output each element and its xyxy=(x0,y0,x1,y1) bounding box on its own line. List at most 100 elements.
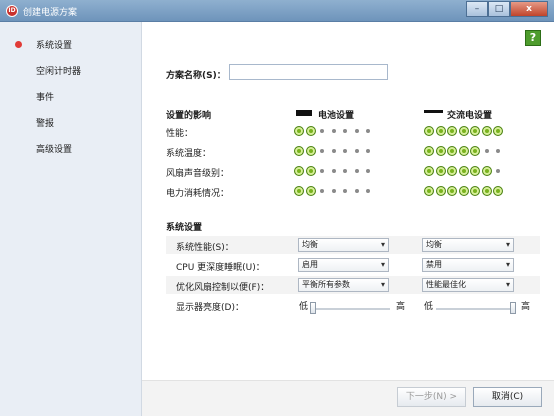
cancel-button[interactable]: 取消(C) xyxy=(473,387,542,407)
active-level-dot xyxy=(447,186,457,196)
title-bar: ID 创建电源方案 – □ x xyxy=(0,0,554,22)
sidebar-item-alarms[interactable]: 警报 xyxy=(36,116,54,130)
impact-label-performance: 性能： xyxy=(166,129,194,139)
inactive-level-dot xyxy=(320,149,324,153)
chevron-down-icon: ▾ xyxy=(505,280,510,289)
select-value: 平衡所有参数 xyxy=(302,280,350,289)
inactive-level-dot xyxy=(484,149,489,153)
chevron-down-icon: ▾ xyxy=(380,280,385,289)
inactive-level-dot xyxy=(331,129,336,133)
battery-settings-label: 电池设置 xyxy=(318,111,355,121)
battery-icon xyxy=(296,110,312,116)
battery-brightness-slider[interactable] xyxy=(310,302,392,314)
ac-cpu-sleep-select[interactable]: 禁用 ▾ xyxy=(422,258,514,272)
setting-label: 优化风扇控制以便(F)： xyxy=(176,283,270,293)
ac-impact-row xyxy=(424,146,506,156)
close-button[interactable]: x xyxy=(510,1,548,17)
impact-label-temperature: 系统温度： xyxy=(166,149,212,159)
setting-label: 系统性能(S)： xyxy=(176,243,234,253)
battery-cpu-sleep-select[interactable]: 启用 ▾ xyxy=(298,258,389,272)
maximize-button[interactable]: □ xyxy=(488,1,510,17)
battery-performance-select[interactable]: 均衡 ▾ xyxy=(298,238,389,252)
active-level-dot xyxy=(424,146,434,156)
help-icon[interactable]: ? xyxy=(525,30,541,46)
inactive-level-dot xyxy=(320,189,324,193)
active-level-dot xyxy=(493,126,503,136)
inactive-level-dot xyxy=(366,149,370,153)
next-button[interactable]: 下一步(N) > xyxy=(397,387,466,407)
active-level-dot xyxy=(305,126,316,136)
sidebar-item-idle-timer[interactable]: 空闲计时器 xyxy=(36,64,81,78)
inactive-level-dot xyxy=(331,189,336,193)
active-level-dot xyxy=(447,166,457,176)
sidebar-item-label: 空闲计时器 xyxy=(36,67,82,77)
main-panel xyxy=(142,22,554,416)
sidebar-item-label: 警报 xyxy=(36,119,55,129)
active-level-dot xyxy=(470,146,480,156)
ac-brightness-low: 低 xyxy=(424,302,434,312)
selected-indicator xyxy=(15,41,22,48)
brightness-label: 显示器亮度(D)： xyxy=(176,303,244,313)
active-level-dot xyxy=(470,126,480,136)
active-level-dot xyxy=(481,186,492,196)
active-level-dot xyxy=(294,166,304,176)
select-value: 性能最佳化 xyxy=(426,280,466,289)
inactive-level-dot xyxy=(331,149,336,153)
ac-impact-row xyxy=(424,166,506,176)
select-value: 启用 xyxy=(302,260,318,269)
active-level-dot xyxy=(458,186,469,196)
sidebar-item-system-settings[interactable]: 系统设置 xyxy=(15,38,72,52)
select-value: 禁用 xyxy=(426,260,442,269)
setting-row-cpu-sleep: CPU 更深度睡眠(U)： 启用 ▾ 禁用 ▾ xyxy=(166,256,540,274)
setting-row-fan-control: 优化风扇控制以便(F)： 平衡所有参数 ▾ 性能最佳化 ▾ xyxy=(166,276,540,294)
active-level-dot xyxy=(458,126,469,136)
plan-name-input[interactable] xyxy=(229,64,388,80)
active-level-dot xyxy=(305,146,316,156)
minimize-button[interactable]: – xyxy=(466,1,488,17)
select-value: 均衡 xyxy=(426,240,442,249)
app-icon: ID xyxy=(6,5,18,17)
sidebar-item-advanced[interactable]: 高级设置 xyxy=(36,142,72,156)
inactive-level-dot xyxy=(366,129,370,133)
inactive-level-dot xyxy=(366,169,370,173)
active-level-dot xyxy=(458,146,469,156)
sidebar: 系统设置 空闲计时器 事件 警报 高级设置 xyxy=(0,22,142,416)
active-level-dot xyxy=(481,166,492,176)
inactive-level-dot xyxy=(354,189,359,193)
inactive-level-dot xyxy=(354,129,359,133)
sidebar-item-events[interactable]: 事件 xyxy=(36,90,54,104)
plan-name-label: 方案名称(S)： xyxy=(166,71,226,81)
battery-fan-control-select[interactable]: 平衡所有参数 ▾ xyxy=(298,278,389,292)
inactive-level-dot xyxy=(496,169,500,173)
inactive-level-dot xyxy=(354,149,359,153)
inactive-level-dot xyxy=(320,169,324,173)
ac-fan-control-select[interactable]: 性能最佳化 ▾ xyxy=(422,278,514,292)
battery-impact-row xyxy=(294,166,376,176)
sidebar-item-label: 高级设置 xyxy=(36,145,73,155)
impact-heading: 设置的影响 xyxy=(166,111,212,121)
active-level-dot xyxy=(305,166,316,176)
active-level-dot xyxy=(424,166,434,176)
inactive-level-dot xyxy=(343,169,347,173)
chevron-down-icon: ▾ xyxy=(380,260,385,269)
ac-brightness-high: 高 xyxy=(521,302,531,312)
window-title: 创建电源方案 xyxy=(23,8,78,18)
active-level-dot xyxy=(435,166,446,176)
active-level-dot xyxy=(470,186,480,196)
chevron-down-icon: ▾ xyxy=(380,240,385,249)
system-settings-heading: 系统设置 xyxy=(166,223,203,233)
active-level-dot xyxy=(294,186,304,196)
inactive-level-dot xyxy=(343,129,347,133)
slider-thumb[interactable] xyxy=(510,302,516,314)
impact-label-power-use: 电力消耗情况： xyxy=(166,189,230,199)
inactive-level-dot xyxy=(366,189,370,193)
slider-thumb[interactable] xyxy=(310,302,316,314)
active-level-dot xyxy=(435,146,446,156)
ac-brightness-slider[interactable] xyxy=(434,302,518,314)
chevron-down-icon: ▾ xyxy=(505,240,510,249)
inactive-level-dot xyxy=(496,149,500,153)
inactive-level-dot xyxy=(331,169,336,173)
ac-settings-label: 交流电设置 xyxy=(447,111,493,121)
ac-performance-select[interactable]: 均衡 ▾ xyxy=(422,238,514,252)
battery-impact-row xyxy=(294,146,376,156)
